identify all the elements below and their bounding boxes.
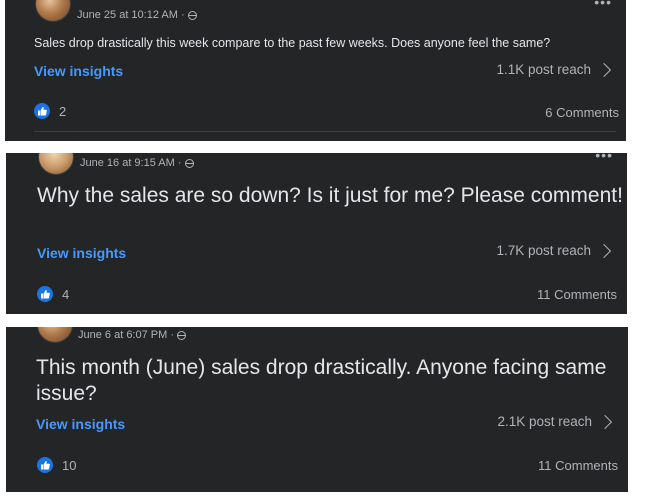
comments-count[interactable]: 11 Comments bbox=[537, 287, 617, 302]
view-insights-link[interactable]: View insights bbox=[36, 416, 125, 432]
avatar[interactable] bbox=[38, 153, 74, 175]
avatar[interactable] bbox=[35, 0, 71, 22]
post-card: June 6 at 6:07 PM · This month (June) sa… bbox=[6, 327, 628, 492]
post-text: Why the sales are so down? Is it just fo… bbox=[37, 184, 623, 207]
post-reach-label: 1.1K post reach bbox=[496, 62, 591, 77]
view-insights-link[interactable]: View insights bbox=[37, 245, 126, 261]
post-reach-label: 1.7K post reach bbox=[496, 243, 591, 258]
thumbs-up-icon bbox=[37, 286, 53, 302]
globe-icon bbox=[184, 158, 194, 168]
view-insights-link[interactable]: View insights bbox=[34, 63, 123, 79]
reactions[interactable]: 2 bbox=[34, 103, 66, 119]
chevron-right-icon bbox=[596, 243, 612, 258]
thumbs-up-icon bbox=[37, 457, 53, 473]
post-meta: June 25 at 10:12 AM · bbox=[77, 9, 197, 21]
divider bbox=[34, 131, 616, 132]
post-meta: June 16 at 9:15 AM · bbox=[80, 157, 194, 169]
post-timestamp[interactable]: June 25 at 10:12 AM · bbox=[77, 9, 185, 21]
more-options-icon[interactable]: ••• bbox=[595, 153, 613, 162]
chevron-right-icon bbox=[596, 62, 612, 77]
post-timestamp[interactable]: June 6 at 6:07 PM · bbox=[78, 329, 174, 341]
post-text: This month (June) sales drop drastically… bbox=[36, 356, 607, 405]
post-reach[interactable]: 1.1K post reach bbox=[496, 62, 613, 77]
like-count: 4 bbox=[62, 286, 70, 302]
globe-icon bbox=[187, 10, 197, 20]
avatar[interactable] bbox=[37, 327, 73, 343]
post-reach[interactable]: 1.7K post reach bbox=[496, 243, 613, 258]
chevron-right-icon bbox=[597, 414, 613, 429]
post-meta: June 6 at 6:07 PM · bbox=[78, 329, 186, 341]
post-reach-label: 2.1K post reach bbox=[497, 414, 592, 429]
thumbs-up-icon bbox=[34, 103, 50, 119]
post-card: June 16 at 9:15 AM · ••• Why the sales a… bbox=[6, 153, 627, 314]
post-timestamp[interactable]: June 16 at 9:15 AM · bbox=[80, 157, 182, 169]
comments-count[interactable]: 11 Comments bbox=[538, 458, 618, 473]
comments-count[interactable]: 6 Comments bbox=[545, 105, 619, 120]
post-card: June 25 at 10:12 AM · ••• Sales drop dra… bbox=[5, 0, 626, 141]
post-text: Sales drop drastically this week compare… bbox=[34, 36, 551, 50]
globe-icon bbox=[177, 330, 186, 340]
more-options-icon[interactable]: ••• bbox=[594, 0, 612, 9]
like-count: 10 bbox=[62, 457, 77, 473]
like-count: 2 bbox=[59, 103, 67, 119]
reactions[interactable]: 4 bbox=[37, 286, 69, 302]
post-reach[interactable]: 2.1K post reach bbox=[497, 414, 614, 429]
reactions[interactable]: 10 bbox=[37, 457, 76, 473]
